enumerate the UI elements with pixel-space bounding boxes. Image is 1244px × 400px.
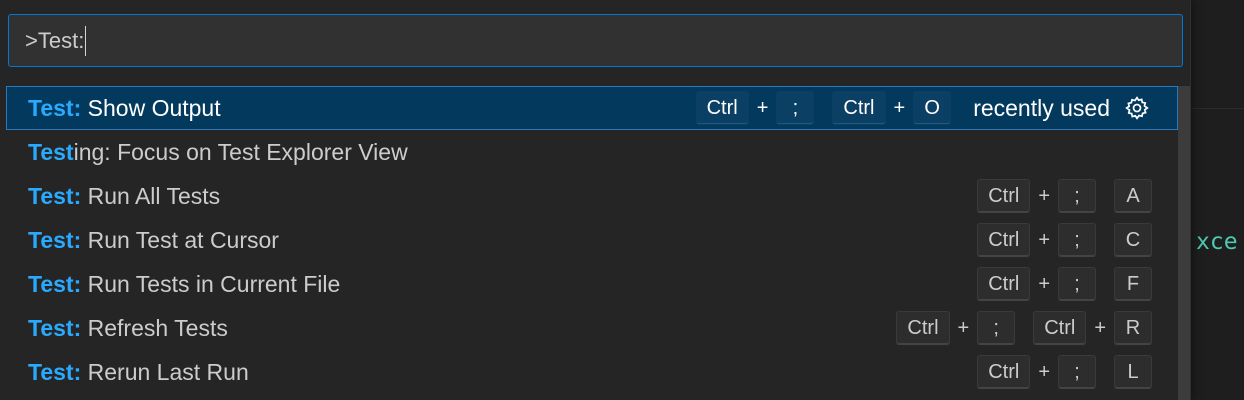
window: xce >Test: Test: Show Output Ctrl +; Ctrl + O…	[0, 0, 1244, 400]
keybinding-chord: Ctrl +;	[896, 311, 1016, 345]
keybinding-chord: Ctrl +;	[977, 267, 1096, 301]
command-item-label: Test: Refresh Tests	[28, 315, 228, 342]
keyboard-key: Ctrl	[1033, 311, 1087, 345]
keybinding-chord: Ctrl +;	[695, 91, 815, 125]
command-item-match-highlight: Test:	[28, 226, 82, 253]
keyboard-key: F	[1114, 267, 1152, 301]
command-item-label: Test: Run Tests in Current File	[28, 271, 340, 298]
command-item-label: Test: Run Test at Cursor	[28, 227, 279, 254]
command-item-label: Test: Run All Tests	[28, 183, 220, 210]
command-item[interactable]: Testing: Focus on Test Explorer View	[0, 130, 1178, 174]
command-item-match-highlight: Test:	[28, 182, 82, 209]
command-item-label: Test: Rerun Last Run	[28, 359, 249, 386]
key-plus-separator: +	[1038, 272, 1050, 295]
scrollbar-thumb[interactable]	[1178, 86, 1190, 400]
keybinding-chord: Ctrl + R	[1033, 311, 1152, 345]
editor-code-fragment: xce	[1196, 229, 1238, 255]
command-item[interactable]: Test: Refresh Tests Ctrl +; Ctrl + R	[0, 306, 1178, 350]
command-item-text: Run All Tests	[81, 182, 221, 209]
keyboard-key: R	[1114, 311, 1152, 345]
keyboard-key: Ctrl	[977, 179, 1031, 213]
command-item-label: Testing: Focus on Test Explorer View	[28, 139, 408, 166]
command-item-match-highlight: Test	[28, 138, 74, 165]
keybinding-chord: Ctrl + O	[832, 91, 952, 125]
text-caret	[85, 25, 87, 56]
key-plus-separator: +	[1094, 316, 1106, 339]
key-plus-separator: +	[1038, 360, 1050, 383]
editor-area[interactable]	[1190, 0, 1244, 400]
command-item-text: Show Output	[81, 94, 221, 121]
command-item-match-highlight: Test:	[28, 94, 82, 121]
command-item[interactable]: Test: Run All Tests Ctrl +; A	[0, 174, 1178, 218]
command-item-keybindings: Ctrl +; F	[977, 262, 1152, 306]
keybinding-chord: C	[1114, 223, 1152, 257]
key-plus-separator: +	[756, 96, 769, 119]
command-item-match-highlight: Test:	[28, 270, 82, 297]
keyboard-key: O	[913, 91, 952, 125]
gear-icon[interactable]	[1122, 93, 1152, 123]
editor-current-line	[1190, 108, 1244, 109]
command-item-keybindings: Ctrl +; Ctrl + R	[896, 306, 1152, 350]
keyboard-key: ;	[1058, 179, 1096, 213]
command-item[interactable]: Test: Run Test at Cursor Ctrl +; C	[0, 218, 1178, 262]
keybinding-chord: L	[1114, 355, 1152, 389]
command-palette-input-value[interactable]: >Test:	[25, 28, 84, 54]
command-item-match-highlight: Test:	[28, 358, 82, 385]
keyboard-key: Ctrl	[832, 91, 886, 125]
command-item-keybindings: Ctrl +; C	[977, 218, 1152, 262]
command-item[interactable]: Test: Show Output Ctrl +; Ctrl + Orecently us…	[6, 86, 1178, 130]
keyboard-key: ;	[1058, 355, 1096, 389]
keybinding-chord: F	[1114, 267, 1152, 301]
command-item-text: Run Test at Cursor	[81, 226, 279, 253]
command-item-text: ing: Focus on Test Explorer View	[73, 138, 408, 165]
keyboard-key: A	[1114, 179, 1152, 213]
command-item-label: Test: Show Output	[28, 95, 221, 122]
keyboard-key: C	[1114, 223, 1152, 257]
command-item[interactable]: Test: Run Tests in Current File Ctrl +; F	[0, 262, 1178, 306]
command-item-text: Rerun Last Run	[81, 358, 249, 385]
command-item-keybindings: Ctrl +; A	[977, 174, 1152, 218]
keybinding-chord: Ctrl +;	[977, 179, 1096, 213]
command-item-match-highlight: Test:	[28, 314, 82, 341]
keybinding-chord: Ctrl +;	[977, 223, 1096, 257]
keyboard-key: ;	[977, 311, 1016, 345]
keyboard-key: ;	[1058, 223, 1096, 257]
keyboard-key: ;	[1058, 267, 1096, 301]
command-item-keybindings: Ctrl +; L	[977, 350, 1152, 394]
keyboard-key: Ctrl	[977, 355, 1031, 389]
list-scrollbar[interactable]	[1178, 86, 1190, 400]
keybinding-chord: Ctrl +;	[977, 355, 1096, 389]
command-item-text: Refresh Tests	[81, 314, 228, 341]
keyboard-key: L	[1114, 355, 1152, 389]
command-item[interactable]: Test: Rerun Last Run Ctrl +; L	[0, 350, 1178, 394]
key-plus-separator: +	[957, 316, 970, 339]
keyboard-key: Ctrl	[977, 267, 1031, 301]
keybinding-chord: A	[1114, 179, 1152, 213]
command-palette-input[interactable]: >Test:	[8, 14, 1183, 67]
key-plus-separator: +	[1038, 228, 1050, 251]
key-plus-separator: +	[1038, 184, 1050, 207]
command-palette: >Test: Test: Show Output Ctrl +; Ctrl + Orece…	[0, 0, 1191, 400]
keyboard-key: Ctrl	[695, 91, 749, 125]
key-plus-separator: +	[893, 96, 906, 119]
keyboard-key: ;	[776, 91, 815, 125]
command-item-text: Run Tests in Current File	[81, 270, 341, 297]
keyboard-key: Ctrl	[977, 223, 1031, 257]
command-item-keybindings: Ctrl +; Ctrl + Orecently used	[695, 86, 1152, 130]
recently-used-label: recently used	[973, 94, 1110, 121]
keyboard-key: Ctrl	[896, 311, 950, 345]
command-results-list: Test: Show Output Ctrl +; Ctrl + Orecently us…	[0, 86, 1178, 400]
